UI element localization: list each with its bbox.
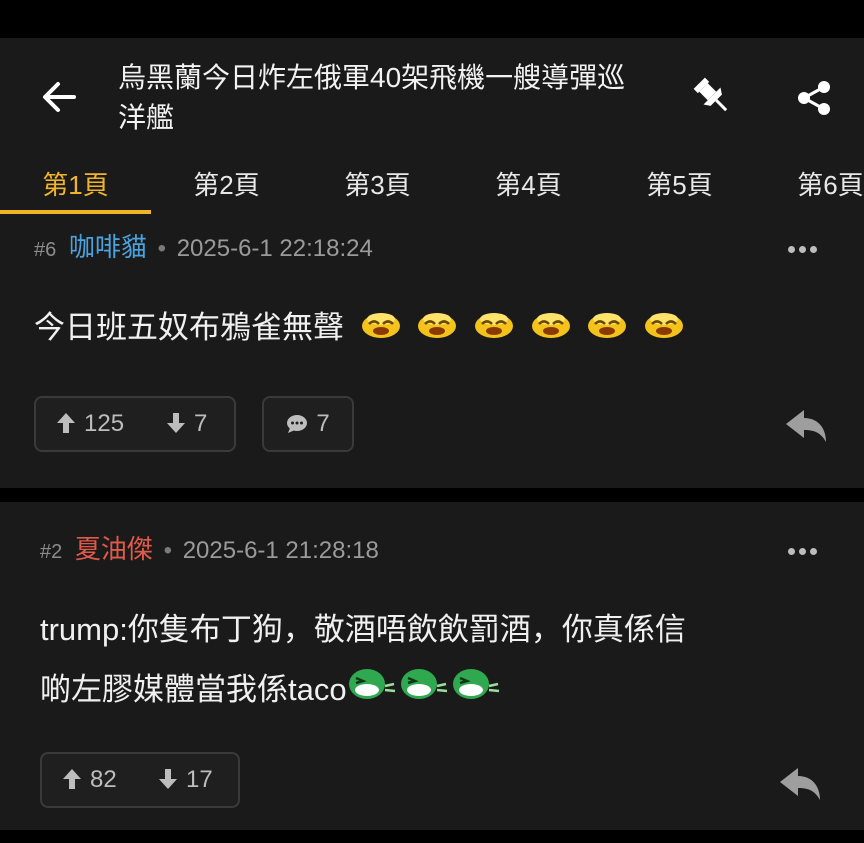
- post-text: 啲左膠媒體當我係taco: [40, 672, 347, 707]
- downvote-button[interactable]: 7: [166, 398, 207, 450]
- arrow-up-icon: [63, 769, 81, 789]
- post-card: #2 夏油傑 • 2025-6-1 21:28:18 trump:你隻布丁狗，敬…: [0, 502, 864, 830]
- cry-emoji-icon: [361, 300, 401, 360]
- back-button[interactable]: [38, 76, 80, 118]
- pin-button[interactable]: [688, 72, 736, 120]
- more-options-button[interactable]: [788, 240, 824, 254]
- post-body: trump:你隻布丁狗，敬酒唔飲飲罰酒，你真係信 啲左膠媒體當我係taco: [40, 600, 686, 722]
- tab-page-6[interactable]: 第6頁: [755, 156, 864, 214]
- thread-title: 烏黑蘭今日炸左俄軍40架飛機一艘導彈巡洋艦: [118, 62, 626, 133]
- pushpin-icon: [693, 77, 728, 112]
- separator-dot: •: [163, 537, 173, 564]
- cry-emoji-icon: [417, 300, 457, 360]
- upvote-count: 125: [84, 410, 125, 437]
- vote-box: 125 7: [34, 396, 236, 452]
- page-tabs: 第1頁 第2頁 第3頁 第4頁 第5頁 第6頁: [0, 156, 864, 214]
- laugh-emoji-icon: [451, 662, 501, 722]
- upvote-button[interactable]: 125: [56, 398, 124, 450]
- laugh-emoji-icon: [347, 662, 397, 722]
- post-header: #6 咖啡貓 • 2025-6-1 22:18:24: [34, 232, 373, 262]
- cry-emoji-icon: [644, 300, 684, 360]
- tab-page-2[interactable]: 第2頁: [151, 156, 302, 214]
- top-app-bar: 烏黑蘭今日炸左俄軍40架飛機一艘導彈巡洋艦: [0, 38, 864, 156]
- post-card: #6 咖啡貓 • 2025-6-1 22:18:24 今日班五奴布鴉雀無聲 12…: [0, 214, 864, 488]
- downvote-button[interactable]: 17: [158, 754, 213, 806]
- separator-dot: •: [157, 235, 167, 262]
- comment-count: 7: [316, 410, 330, 437]
- post-body: 今日班五奴布鴉雀無聲: [34, 298, 684, 360]
- upvote-count: 82: [90, 766, 117, 793]
- vote-box: 82 17: [40, 752, 240, 808]
- cry-emoji-icon: [474, 300, 514, 360]
- arrow-up-icon: [57, 413, 75, 433]
- upvote-button[interactable]: 82: [62, 754, 117, 806]
- tab-page-1[interactable]: 第1頁: [0, 156, 151, 214]
- share-icon: [798, 81, 830, 115]
- tab-page-4[interactable]: 第4頁: [453, 156, 604, 214]
- comments-button[interactable]: 7: [262, 396, 354, 452]
- more-dots-icon: [788, 246, 795, 253]
- share-button[interactable]: [794, 78, 834, 118]
- post-number: #6: [34, 239, 57, 261]
- cry-emoji-icon: [587, 300, 627, 360]
- reply-arrow-icon: [780, 768, 820, 800]
- reply-button[interactable]: [784, 406, 828, 446]
- post-time: 2025-6-1 22:18:24: [176, 235, 373, 262]
- author-name[interactable]: 夏油傑: [75, 534, 153, 564]
- reply-arrow-icon: [786, 410, 826, 442]
- author-name[interactable]: 咖啡貓: [69, 232, 147, 262]
- post-number: #2: [40, 541, 63, 563]
- more-options-button[interactable]: [788, 542, 824, 556]
- tab-page-3[interactable]: 第3頁: [302, 156, 453, 214]
- post-text-line-2: 啲左膠媒體當我係taco: [40, 660, 686, 722]
- downvote-count: 17: [186, 766, 213, 793]
- arrow-left-icon: [43, 82, 76, 112]
- post-time: 2025-6-1 21:28:18: [182, 537, 379, 564]
- arrow-down-icon: [167, 413, 185, 433]
- post-text-line: trump:你隻布丁狗，敬酒唔飲飲罰酒，你真係信: [40, 612, 686, 647]
- laugh-emoji-icon: [399, 662, 449, 722]
- cry-emoji-icon: [531, 300, 571, 360]
- downvote-count: 7: [194, 410, 208, 437]
- arrow-down-icon: [159, 769, 177, 789]
- reply-button[interactable]: [778, 764, 822, 804]
- post-text: 今日班五奴布鴉雀無聲: [34, 310, 344, 345]
- more-dots-icon: [788, 548, 795, 555]
- post-header: #2 夏油傑 • 2025-6-1 21:28:18: [40, 534, 379, 564]
- chat-bubble-icon: [287, 415, 308, 433]
- tab-page-5[interactable]: 第5頁: [604, 156, 755, 214]
